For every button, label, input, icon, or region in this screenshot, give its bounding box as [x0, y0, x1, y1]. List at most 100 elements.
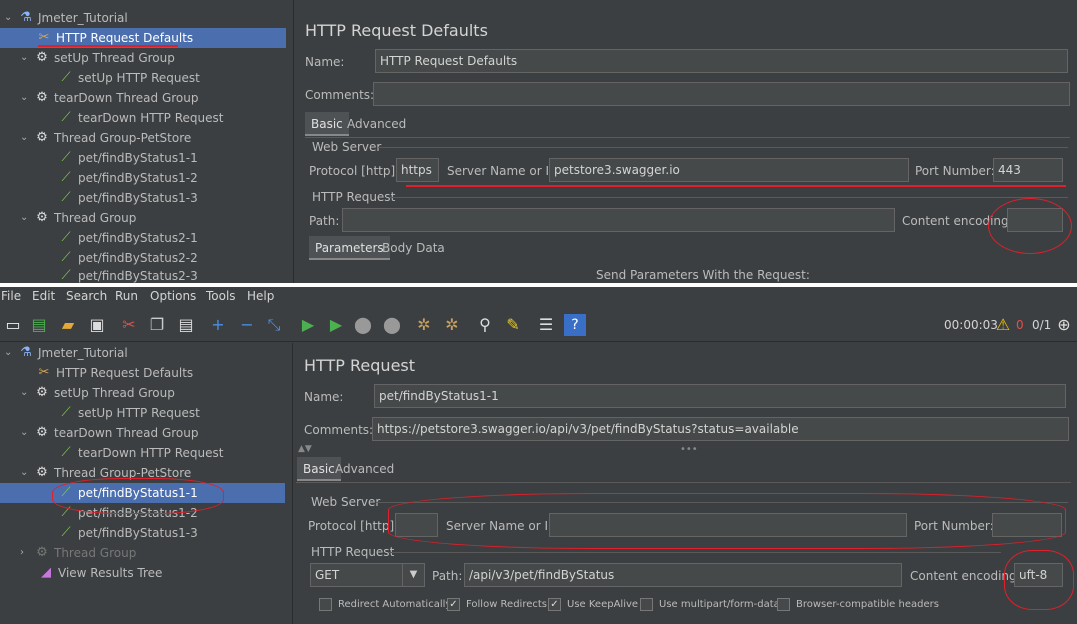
- templates-icon[interactable]: ▤: [28, 314, 50, 336]
- comments-label: Comments:: [305, 88, 375, 102]
- protocol-field[interactable]: https: [396, 158, 439, 182]
- pipette-icon: ⟋: [61, 110, 71, 125]
- tree-item[interactable]: ⌄ ⚙ tearDown Thread Group: [20, 423, 199, 443]
- clear-all-icon[interactable]: ✲: [441, 314, 463, 336]
- clear-icon[interactable]: ✲: [413, 314, 435, 336]
- checkbox-box[interactable]: [319, 598, 332, 611]
- comments-field[interactable]: [373, 82, 1070, 106]
- menu-edit[interactable]: Edit: [32, 289, 55, 303]
- group-border: [390, 197, 1068, 198]
- annotation-circle: [52, 478, 224, 514]
- server-field[interactable]: petstore3.swagger.io: [549, 158, 909, 182]
- stop-icon[interactable]: ⬤: [352, 314, 374, 336]
- path-field[interactable]: /api/v3/pet/findByStatus: [464, 563, 902, 587]
- new-icon[interactable]: ▭: [2, 314, 24, 336]
- tree-item[interactable]: ✂ HTTP Request Defaults: [36, 363, 194, 383]
- comments-field[interactable]: https://petstore3.swagger.io/api/v3/pet/…: [372, 417, 1069, 441]
- drag-handle-icon[interactable]: •••: [680, 444, 698, 455]
- tab-divider: [296, 482, 1071, 483]
- save-icon[interactable]: ▣: [86, 314, 108, 336]
- remote-icon[interactable]: ⊕: [1053, 314, 1075, 336]
- port-field[interactable]: 443: [993, 158, 1063, 182]
- follow-redirects-checkbox[interactable]: ✓ Follow Redirects: [447, 598, 547, 611]
- copy-icon[interactable]: ❐: [146, 314, 168, 336]
- gear-icon: ⚙: [36, 385, 48, 400]
- checkbox-box[interactable]: [777, 598, 790, 611]
- warning-icon[interactable]: ⚠: [992, 314, 1014, 336]
- chevron-down-icon[interactable]: ▼: [402, 564, 424, 586]
- tree-item[interactable]: ⟋ pet/findByStatus1-1: [58, 148, 197, 168]
- server-label: Server Name or IP:: [447, 164, 561, 178]
- send-params-label: Send Parameters With the Request:: [596, 268, 810, 282]
- group-border: [389, 552, 1001, 553]
- splitter-arrows-icon[interactable]: ▲▼: [298, 444, 312, 454]
- shutdown-icon[interactable]: ⬤: [381, 314, 403, 336]
- tree-item[interactable]: ⌄ ⚙ Thread Group: [20, 208, 136, 228]
- menu-options[interactable]: Options: [150, 289, 196, 303]
- redirect-automatically-checkbox[interactable]: Redirect Automatically: [319, 598, 451, 611]
- reset-search-icon[interactable]: ✎: [502, 314, 524, 336]
- tree-item[interactable]: ⌄ ⚙ Thread Group-PetStore: [20, 128, 191, 148]
- checkmark-icon[interactable]: ✓: [447, 598, 460, 611]
- tree-item-disabled[interactable]: › ⚙ Thread Group: [20, 543, 136, 563]
- tree-item[interactable]: ⌄ ⚗ Jmeter_Tutorial: [4, 343, 128, 363]
- tree-item[interactable]: ⟋ pet/findByStatus2-3: [58, 268, 197, 283]
- collapse-icon[interactable]: −: [236, 314, 258, 336]
- tree-item[interactable]: ⌄ ⚙ tearDown Thread Group: [20, 88, 199, 108]
- tab-advanced[interactable]: Advanced: [329, 457, 400, 481]
- start-no-pauses-icon[interactable]: ▶: [325, 314, 347, 336]
- annotation-circle: [988, 198, 1072, 254]
- gear-icon: ⚙: [36, 90, 48, 105]
- cut-icon[interactable]: ✂: [118, 314, 140, 336]
- menu-tools[interactable]: Tools: [206, 289, 236, 303]
- tree-item[interactable]: ⌄ ⚗ Jmeter_Tutorial: [4, 8, 128, 28]
- tab-advanced[interactable]: Advanced: [341, 112, 412, 136]
- pipette-icon: ⟋: [61, 250, 71, 265]
- tree-item[interactable]: ⟋ pet/findByStatus2-1: [58, 228, 197, 248]
- web-server-heading: Web Server: [311, 495, 381, 509]
- expand-icon[interactable]: +: [207, 314, 229, 336]
- menu-search[interactable]: Search: [66, 289, 107, 303]
- toggle-icon[interactable]: ⤡: [263, 314, 285, 336]
- splitter[interactable]: [293, 0, 294, 283]
- pipette-icon: ⟋: [61, 170, 71, 185]
- search-icon[interactable]: ⚲: [474, 314, 496, 336]
- checkbox-box[interactable]: [640, 598, 653, 611]
- pipette-icon: ⟋: [61, 445, 71, 460]
- tree-item[interactable]: ⟋ pet/findByStatus1-3: [58, 523, 197, 543]
- tab-body-data[interactable]: Body Data: [376, 236, 451, 260]
- annotation-circle: [388, 493, 1066, 549]
- menu-file[interactable]: File: [1, 289, 21, 303]
- tree-item[interactable]: ⟋ setUp HTTP Request: [58, 403, 199, 423]
- help-icon[interactable]: ?: [564, 314, 586, 336]
- name-field[interactable]: HTTP Request Defaults: [375, 49, 1068, 73]
- menu-run[interactable]: Run: [115, 289, 138, 303]
- use-keepalive-checkbox[interactable]: ✓ Use KeepAlive: [548, 598, 638, 611]
- path-field[interactable]: [342, 208, 895, 232]
- page-title: HTTP Request: [304, 356, 416, 375]
- tree-item[interactable]: ⟋ pet/findByStatus2-2: [58, 248, 197, 268]
- tree-item[interactable]: ◢ View Results Tree: [38, 563, 162, 583]
- tree-item[interactable]: ⟋ tearDown HTTP Request: [58, 108, 223, 128]
- browser-compatible-checkbox[interactable]: Browser-compatible headers: [777, 598, 939, 611]
- multipart-checkbox[interactable]: Use multipart/form-data: [640, 598, 780, 611]
- tree-item[interactable]: ⟋ pet/findByStatus1-3: [58, 188, 197, 208]
- gear-icon: ⚙: [36, 50, 48, 65]
- protocol-label: Protocol [http]:: [309, 164, 400, 178]
- checkmark-icon[interactable]: ✓: [548, 598, 561, 611]
- function-helper-icon[interactable]: ☰: [535, 314, 557, 336]
- method-select[interactable]: GET ▼: [310, 563, 425, 587]
- open-icon[interactable]: ▰: [57, 314, 79, 336]
- splitter[interactable]: [292, 343, 293, 624]
- menu-help[interactable]: Help: [247, 289, 274, 303]
- tree-item[interactable]: ⌄ ⚙ setUp Thread Group: [20, 48, 175, 68]
- name-field[interactable]: pet/findByStatus1-1: [374, 384, 1066, 408]
- tree-item[interactable]: ⟋ tearDown HTTP Request: [58, 443, 223, 463]
- tree-item[interactable]: ⟋ pet/findByStatus1-2: [58, 168, 197, 188]
- tree-item[interactable]: ⟋ setUp HTTP Request: [58, 68, 199, 88]
- group-border: [378, 147, 1068, 148]
- tree-item[interactable]: ⌄ ⚙ setUp Thread Group: [20, 383, 175, 403]
- paste-icon[interactable]: ▤: [175, 314, 197, 336]
- start-icon[interactable]: ▶: [297, 314, 319, 336]
- web-server-heading: Web Server: [312, 140, 382, 154]
